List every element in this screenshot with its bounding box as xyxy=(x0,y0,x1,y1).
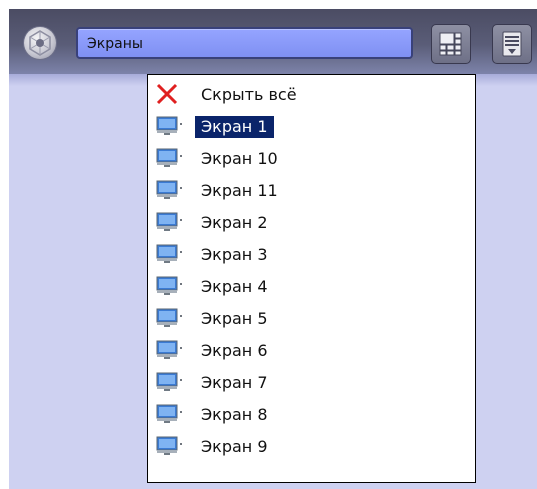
combobox-value: Экраны xyxy=(87,36,143,52)
list-item-label: Экран 2 xyxy=(201,213,268,232)
list-item-label: Экран 6 xyxy=(201,341,268,360)
red-x-icon xyxy=(156,83,178,105)
monitor-icon xyxy=(156,404,182,423)
list-item-screen[interactable]: Экран 9 xyxy=(155,432,465,460)
list-item-screen[interactable]: Экран 8 xyxy=(155,400,465,428)
list-item-label: Экран 5 xyxy=(201,309,268,328)
list-item-label: Экран 10 xyxy=(201,149,278,168)
monitor-icon xyxy=(156,180,182,199)
list-item-screen[interactable]: Экран 4 xyxy=(155,272,465,300)
list-item-label: Экран 9 xyxy=(201,437,268,456)
list-item-label: Экран 4 xyxy=(201,277,268,296)
screens-combobox[interactable]: Экраны xyxy=(76,27,413,59)
list-item-screen[interactable]: Экран 7 xyxy=(155,368,465,396)
monitor-icon xyxy=(156,244,182,263)
list-item-screen[interactable]: Экран 3 xyxy=(155,240,465,268)
list-item-screen[interactable]: Экран 11 xyxy=(155,176,465,204)
monitor-icon xyxy=(156,116,182,135)
list-item-screen[interactable]: Экран 2 xyxy=(155,208,465,236)
hide-all-item[interactable]: Скрыть всё xyxy=(155,80,465,108)
layout-grid-button[interactable] xyxy=(431,24,471,64)
list-item-screen[interactable]: Экран 1 xyxy=(155,112,465,140)
list-item-screen[interactable]: Экран 5 xyxy=(155,304,465,332)
list-item-screen[interactable]: Экран 10 xyxy=(155,144,465,172)
monitor-icon xyxy=(156,340,182,359)
list-item-label: Экран 3 xyxy=(201,245,268,264)
logo-icon[interactable] xyxy=(24,27,56,59)
screens-dropdown-list: Скрыть всё Экран 1 Экран 10 Экран 11 Экр… xyxy=(147,74,476,483)
list-item-label: Экран 1 xyxy=(195,116,274,138)
monitor-icon xyxy=(156,276,182,295)
list-item-label: Экран 8 xyxy=(201,405,268,424)
monitor-icon xyxy=(156,436,182,455)
list-item-label: Экран 11 xyxy=(201,181,278,200)
list-item-screen[interactable]: Экран 6 xyxy=(155,336,465,364)
hide-all-label: Скрыть всё xyxy=(201,85,297,104)
monitor-icon xyxy=(156,212,182,231)
list-item-label: Экран 7 xyxy=(201,373,268,392)
monitor-icon xyxy=(156,372,182,391)
monitor-icon xyxy=(156,148,182,167)
menu-icon xyxy=(502,31,522,57)
monitor-icon xyxy=(156,308,182,327)
layout-grid-icon xyxy=(439,32,462,56)
menu-button[interactable] xyxy=(492,24,532,64)
